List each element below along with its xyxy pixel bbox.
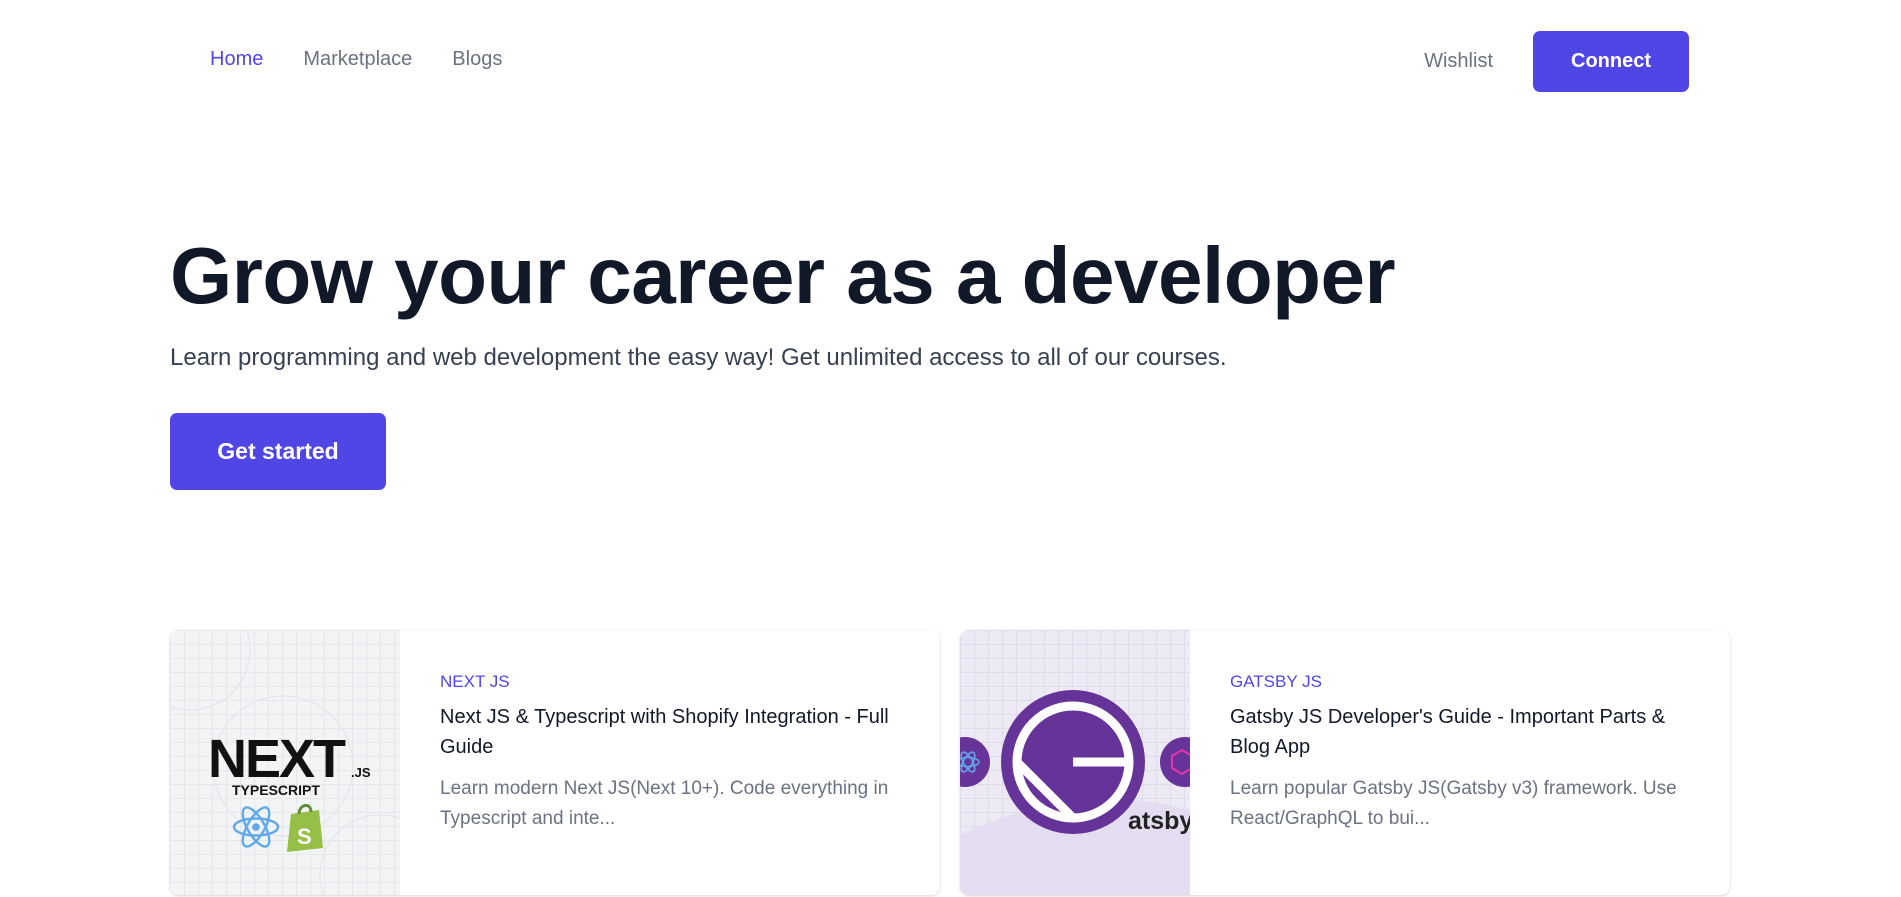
course-category: GATSBY JS (1230, 672, 1322, 691)
course-card-body: NEXT JS Next JS & Typescript with Shopif… (400, 630, 940, 895)
react-icon (232, 806, 280, 848)
course-card[interactable]: atsby GATSBY JS Gatsby JS Developer's Gu… (960, 630, 1730, 895)
nav-link-marketplace[interactable]: Marketplace (303, 48, 412, 71)
svg-text:S: S (297, 824, 312, 849)
shopify-icon: S (287, 804, 323, 852)
hero-title: Grow your career as a developer (170, 231, 1396, 320)
nav-actions: Wishlist Connect (1424, 31, 1689, 92)
top-navbar: Home Marketplace Blogs Wishlist Connect (0, 0, 1901, 124)
course-title[interactable]: Gatsby JS Developer's Guide - Important … (1230, 702, 1690, 762)
course-card[interactable]: NEXT .JS TYPESCRIPT S NEXT JS Next JS & … (170, 630, 940, 895)
svg-text:.JS: .JS (351, 765, 371, 780)
svg-text:TYPESCRIPT: TYPESCRIPT (232, 782, 320, 798)
course-card-body: GATSBY JS Gatsby JS Developer's Guide - … (1190, 630, 1730, 895)
course-description: Learn modern Next JS(Next 10+). Code eve… (440, 778, 889, 829)
main-nav: Home Marketplace Blogs (210, 48, 502, 71)
course-title[interactable]: Next JS & Typescript with Shopify Integr… (440, 702, 900, 762)
hero-section: Grow your career as a developer Learn pr… (170, 228, 1396, 372)
course-thumbnail: atsby (960, 630, 1190, 895)
svg-text:atsby: atsby (1128, 807, 1190, 835)
gatsby-logo: atsby (960, 690, 1190, 895)
course-list: NEXT .JS TYPESCRIPT S NEXT JS Next JS & … (170, 630, 1730, 895)
connect-button[interactable]: Connect (1533, 31, 1689, 92)
course-category: NEXT JS (440, 672, 510, 691)
nav-link-blogs[interactable]: Blogs (452, 48, 502, 71)
svg-text:NEXT: NEXT (208, 729, 346, 789)
course-thumbnail: NEXT .JS TYPESCRIPT S (170, 630, 400, 895)
course-description: Learn popular Gatsby JS(Gatsby v3) frame… (1230, 778, 1677, 829)
nav-link-wishlist[interactable]: Wishlist (1424, 50, 1493, 73)
nextjs-typescript-shopify-logo: NEXT .JS TYPESCRIPT S (170, 630, 400, 895)
nav-link-home[interactable]: Home (210, 48, 263, 71)
get-started-button[interactable]: Get started (170, 413, 386, 490)
hero-subtitle: Learn programming and web development th… (170, 344, 1227, 371)
